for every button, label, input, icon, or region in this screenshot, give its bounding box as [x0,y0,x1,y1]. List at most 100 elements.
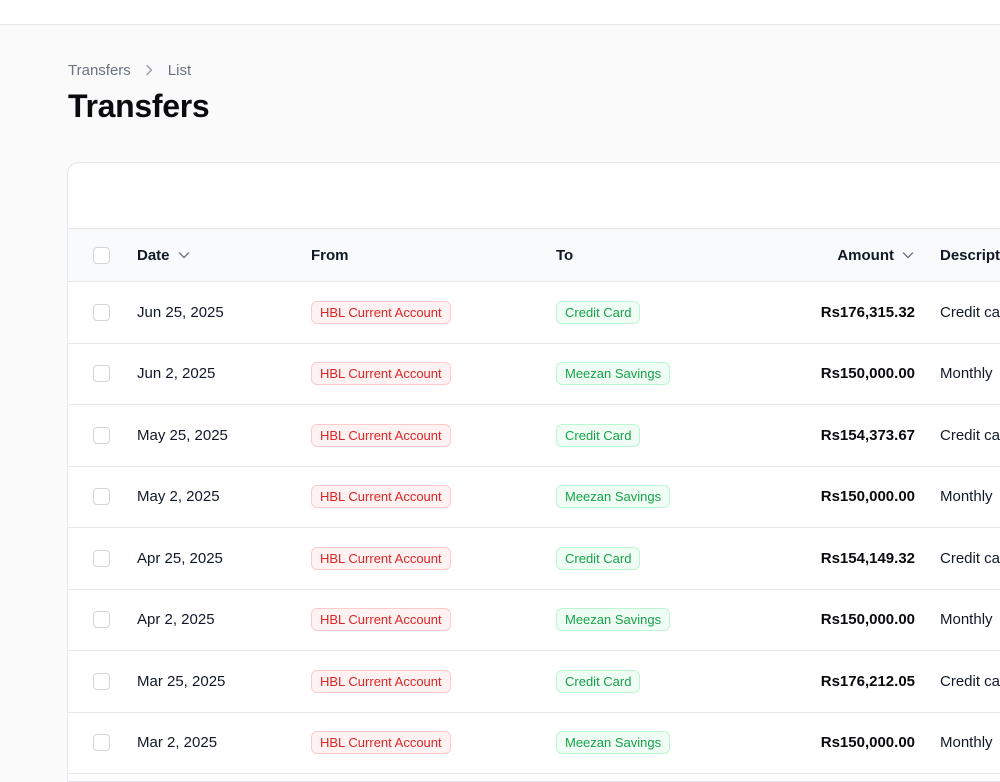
table-row[interactable]: Mar 2, 2025 HBL Current Account Meezan S… [68,712,1000,774]
row-from-cell: HBL Current Account [311,590,451,651]
from-account-badge: HBL Current Account [311,546,451,570]
table-header: Date From To Amount Descript [68,229,1000,282]
row-checkbox[interactable] [93,672,110,690]
row-description: Monthly [940,488,993,506]
row-amount: Rs154,149.32 [820,549,915,567]
from-account-badge: HBL Current Account [311,485,451,509]
row-check-cell [93,344,110,405]
column-header-amount[interactable]: Amount [708,229,915,281]
to-account-badge: Meezan Savings [556,731,671,755]
breadcrumb-current: List [167,61,192,79]
row-checkbox[interactable] [93,549,110,567]
table-row[interactable]: Jun 25, 2025 HBL Current Account Credit … [68,282,1000,344]
from-account-badge: HBL Current Account [311,731,451,755]
row-to-cell: Credit Card [556,405,641,466]
to-account-badge: Meezan Savings [556,362,671,386]
to-account-badge: Credit Card [556,546,641,570]
row-date: Mar 2, 2025 [137,734,218,752]
column-header-date-label: Date [137,246,170,264]
table-row[interactable]: May 2, 2025 HBL Current Account Meezan S… [68,466,1000,528]
row-from-cell: HBL Current Account [311,528,451,589]
row-amount: Rs150,000.00 [820,365,915,383]
from-account-badge: HBL Current Account [311,362,451,386]
row-description: Monthly [940,611,993,629]
table-row[interactable]: May 25, 2025 HBL Current Account Credit … [68,405,1000,467]
row-check-cell [93,282,110,343]
row-description: Credit ca [940,549,1000,567]
from-account-badge: HBL Current Account [311,423,451,447]
table-toolbar [68,163,1000,229]
row-amount: Rs150,000.00 [820,734,915,752]
to-account-badge: Meezan Savings [556,485,671,509]
page-title: Transfers [68,88,210,124]
row-date: Mar 25, 2025 [137,672,226,690]
row-to-cell: Credit Card [556,282,641,343]
table-row[interactable]: Apr 25, 2025 HBL Current Account Credit … [68,528,1000,590]
row-date: Jun 2, 2025 [137,365,216,383]
to-account-badge: Credit Card [556,300,641,324]
row-amount: Rs176,212.05 [820,672,915,690]
row-check-cell [93,528,110,589]
row-amount: Rs150,000.00 [820,488,915,506]
row-description: Credit ca [940,303,1000,321]
column-header-to: To [556,246,574,264]
row-amount: Rs176,315.32 [820,303,915,321]
to-account-badge: Credit Card [556,423,641,447]
breadcrumb: Transfers List [68,61,191,79]
row-from-cell: HBL Current Account [311,467,451,528]
row-amount: Rs154,373.67 [820,426,915,444]
row-date: May 25, 2025 [137,426,228,444]
row-date: Jun 25, 2025 [137,303,224,321]
table-row[interactable]: Apr 2, 2025 HBL Current Account Meezan S… [68,589,1000,651]
top-bar [0,0,1000,25]
row-from-cell: HBL Current Account [311,651,451,712]
column-header-amount-label: Amount [837,246,894,264]
chevron-down-icon [901,248,915,262]
row-date: Apr 2, 2025 [137,611,215,629]
from-account-badge: HBL Current Account [311,608,451,632]
row-checkbox[interactable] [93,426,110,444]
row-from-cell: HBL Current Account [311,344,451,405]
row-to-cell: Meezan Savings [556,590,671,651]
row-description: Credit ca [940,426,1000,444]
row-to-cell: Meezan Savings [556,344,671,405]
row-check-cell [93,713,110,774]
row-date: May 2, 2025 [137,488,220,506]
table-row[interactable]: Jun 2, 2025 HBL Current Account Meezan S… [68,343,1000,405]
transfers-table-card: Date From To Amount Descript Jun 25, 202… [67,162,1000,782]
from-account-badge: HBL Current Account [311,669,451,693]
to-account-badge: Meezan Savings [556,608,671,632]
row-to-cell: Meezan Savings [556,713,671,774]
table-row[interactable]: Mar 25, 2025 HBL Current Account Credit … [68,651,1000,713]
row-checkbox[interactable] [93,303,110,321]
chevron-down-icon [177,248,191,262]
row-description: Credit ca [940,672,1000,690]
row-checkbox[interactable] [93,734,110,752]
row-checkbox[interactable] [93,365,110,383]
column-header-date[interactable]: Date [137,229,191,281]
row-amount: Rs150,000.00 [820,611,915,629]
chevron-right-icon [140,61,158,79]
row-description: Monthly [940,365,993,383]
row-from-cell: HBL Current Account [311,405,451,466]
row-checkbox[interactable] [93,488,110,506]
row-from-cell: HBL Current Account [311,282,451,343]
row-check-cell [93,467,110,528]
row-to-cell: Credit Card [556,528,641,589]
row-to-cell: Meezan Savings [556,467,671,528]
row-date: Apr 25, 2025 [137,549,223,567]
column-header-description: Descript [940,246,1000,264]
select-all-checkbox[interactable] [93,246,110,264]
row-description: Monthly [940,734,993,752]
row-to-cell: Credit Card [556,651,641,712]
row-check-cell [93,405,110,466]
row-check-cell [93,651,110,712]
breadcrumb-link-transfers[interactable]: Transfers [68,62,131,79]
select-all-cell [93,229,110,281]
row-check-cell [93,590,110,651]
column-header-from: From [311,246,349,264]
row-from-cell: HBL Current Account [311,713,451,774]
to-account-badge: Credit Card [556,669,641,693]
row-checkbox[interactable] [93,611,110,629]
from-account-badge: HBL Current Account [311,300,451,324]
